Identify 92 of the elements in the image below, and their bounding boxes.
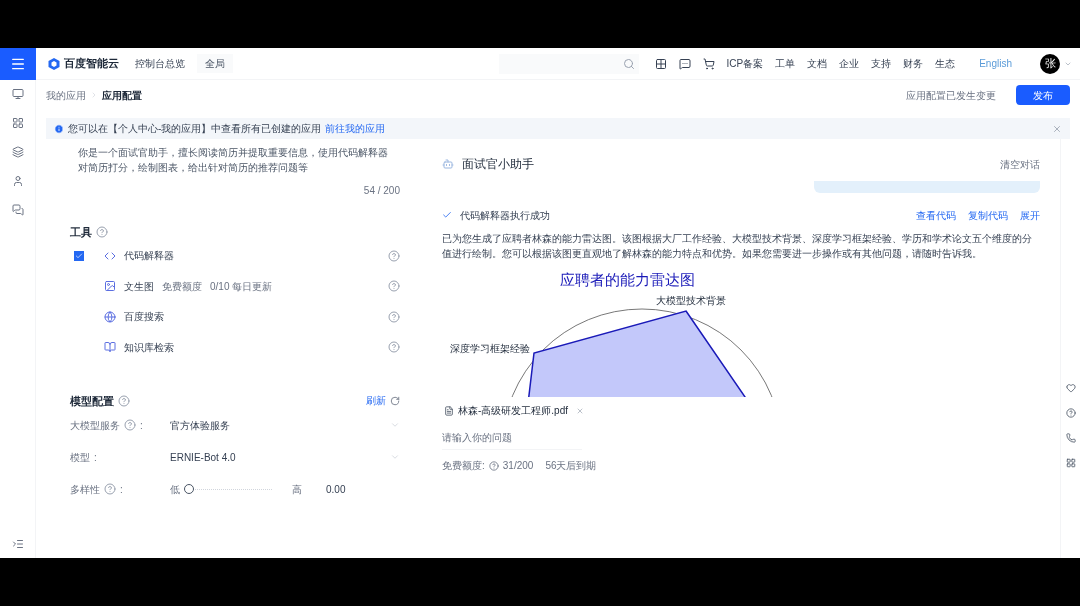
tool-icon: [104, 310, 116, 323]
clear-chat-link[interactable]: 清空对话: [1000, 156, 1040, 172]
heart-icon[interactable]: [1065, 383, 1076, 393]
assistant-message: 已为您生成了应聘者林森的能力雷达图。该图根据大厂工作经验、大模型技术背景、深度学习框架经验、学历和学术论文五个维度的分值进行绘制。您可以根据该图更直观地了解林森的能力特点和优势。如果您需要进一步操作或有其他问题，请随时告诉我。: [442, 232, 1033, 261]
help-icon: [388, 280, 400, 293]
help-icon: [118, 394, 130, 407]
axis-label: 大模型技术背景: [656, 294, 726, 308]
help-icon[interactable]: [1065, 408, 1076, 418]
code-action-link[interactable]: 展开: [1020, 207, 1040, 223]
assistant-icon: [442, 158, 454, 170]
info-icon: [54, 123, 64, 134]
nav-link[interactable]: 生态: [935, 56, 956, 71]
logo-icon: [48, 57, 60, 70]
banner-text: 您可以在【个人中心-我的应用】中查看所有已创建的应用: [68, 122, 322, 136]
brand-name: 百度智能云: [64, 56, 119, 72]
tool-checkbox[interactable]: [74, 250, 84, 261]
help-icon: [488, 460, 499, 471]
description-text: 你是一个面试官助手，擅长阅读简历并提取重要信息，使用代码解释器对简历打分，绘制图表，给出针对简历的推荐问题等: [77, 146, 389, 175]
grid-icon[interactable]: [11, 117, 24, 129]
nav-link[interactable]: ICP备案: [726, 56, 764, 71]
quota-label: 免费额度: [162, 279, 202, 294]
grid-icon[interactable]: [654, 57, 667, 70]
separator-icon: [90, 91, 98, 99]
slider-track[interactable]: [184, 484, 272, 494]
axis-label: 深度学习框架经验: [450, 342, 530, 356]
message-input[interactable]: 请输入你的问题: [442, 430, 582, 450]
chart-title: 应聘者的能力雷达图: [560, 270, 695, 290]
colon: :: [120, 482, 123, 497]
chevron-icon: [390, 452, 400, 462]
search-icon: [622, 57, 635, 70]
console-link[interactable]: 控制台总览: [135, 56, 185, 71]
tool-name: 百度搜索: [124, 310, 164, 325]
grid-icon[interactable]: [1065, 458, 1076, 468]
code-action-link[interactable]: 复制代码: [968, 207, 1008, 223]
char-count: 54 / 200: [363, 184, 400, 198]
quota-text: 0/10 每日更新: [210, 279, 273, 294]
message-icon[interactable]: [678, 57, 691, 70]
field-label: 模型: [70, 450, 90, 465]
select-field[interactable]: ERNIE-Bot 4.0: [170, 449, 400, 465]
nav-link[interactable]: 文档: [807, 56, 828, 71]
slider-max-label: 高: [292, 482, 302, 497]
nav-link[interactable]: 财务: [903, 56, 924, 71]
file-icon: [444, 405, 454, 416]
change-notice: 应用配置已发生变更: [906, 88, 996, 103]
attachment-chip[interactable]: 林森-高级研发工程师.pdf: [444, 403, 1040, 418]
expiry-text: 56天后到期: [545, 459, 597, 473]
select-field[interactable]: 官方体验服务: [170, 417, 400, 433]
tool-name: 知识库检索: [124, 340, 174, 355]
slider-thumb[interactable]: [184, 484, 194, 494]
quota-label: 免费额度:: [442, 459, 485, 473]
layers-icon[interactable]: [11, 146, 24, 158]
tool-name: 代码解释器: [124, 249, 174, 264]
help-icon: [388, 310, 400, 323]
tool-name: 文生图: [124, 279, 154, 294]
quota-count: 31/200: [502, 459, 534, 473]
search-field[interactable]: [498, 53, 639, 74]
nav-link[interactable]: 工单: [775, 56, 796, 71]
monitor-icon[interactable]: [11, 88, 24, 100]
slider-min-label: 低: [170, 482, 180, 497]
menu-button[interactable]: [0, 47, 36, 80]
region-select[interactable]: 全局: [197, 54, 233, 73]
slider-value: 0.00: [326, 482, 346, 497]
colon: :: [94, 450, 97, 465]
refresh-icon[interactable]: [390, 395, 400, 406]
section-title: 工具: [70, 225, 92, 240]
publish-button[interactable]: 发布: [1016, 85, 1070, 105]
breadcrumb-item[interactable]: 我的应用: [46, 87, 86, 103]
check-icon: [442, 210, 452, 220]
tool-icon: [104, 280, 116, 293]
status-text: 代码解释器执行成功: [460, 208, 550, 223]
refresh-link[interactable]: 刷新: [366, 393, 386, 409]
collapse-icon[interactable]: [11, 538, 24, 550]
nav-link[interactable]: 支持: [871, 56, 892, 71]
nav-link[interactable]: 企业: [839, 56, 860, 71]
section-title: 模型配置: [70, 393, 114, 409]
user-avatar[interactable]: 张: [1040, 53, 1060, 74]
breadcrumb-item[interactable]: 应用配置: [102, 87, 142, 103]
help-icon: [388, 341, 400, 354]
chat-icon[interactable]: [11, 204, 24, 216]
phone-icon[interactable]: [1065, 433, 1076, 443]
help-icon: [96, 226, 108, 239]
field-label: 大模型服务: [70, 418, 120, 433]
chat-title: 面试官小助手: [462, 156, 534, 173]
field-label: 多样性: [70, 482, 100, 497]
user-icon[interactable]: [11, 175, 24, 187]
chevron-icon: [390, 420, 400, 430]
tool-icon: [104, 341, 116, 354]
cart-icon[interactable]: [702, 57, 715, 70]
help-icon: [388, 249, 400, 262]
colon: :: [140, 418, 143, 433]
code-action-link[interactable]: 查看代码: [916, 207, 956, 223]
banner-link[interactable]: 前往我的应用: [325, 121, 386, 136]
